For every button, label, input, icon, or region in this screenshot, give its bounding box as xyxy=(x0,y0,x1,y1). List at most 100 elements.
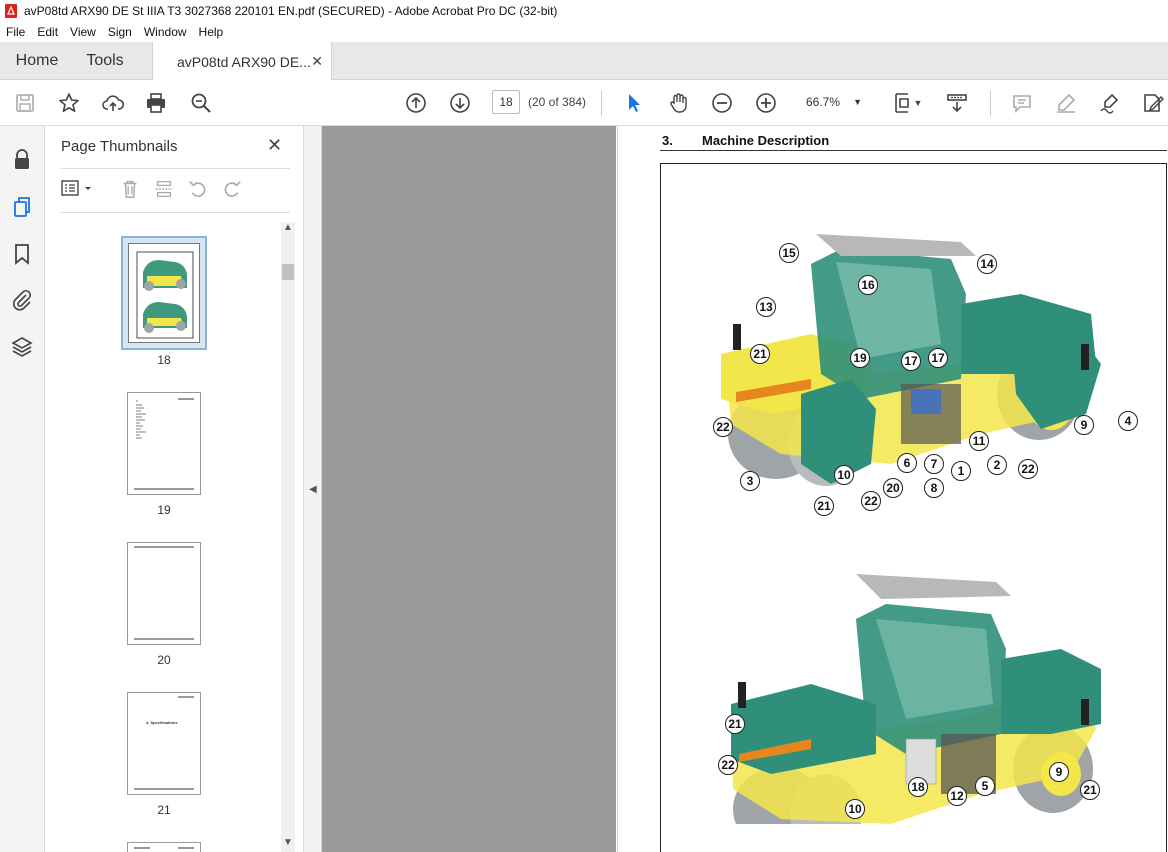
menu-sign[interactable]: Sign xyxy=(108,25,132,39)
thumbnail-scrollbar[interactable]: ▲ ▼ xyxy=(281,222,295,852)
page-thumbnails-icon[interactable] xyxy=(10,195,34,219)
title-bar: avP08td ARX90 DE St IIIA T3 3027368 2201… xyxy=(0,0,1168,22)
document-background xyxy=(304,126,616,852)
callout-5: 5 xyxy=(975,776,995,796)
rotate-clockwise-icon[interactable] xyxy=(221,178,245,202)
document-page: 3. Machine Description 15 14 16 13 21 19… xyxy=(617,126,1168,852)
highlight-pen-icon[interactable] xyxy=(1053,90,1079,116)
extract-pages-icon[interactable] xyxy=(153,178,177,202)
callout-15: 15 xyxy=(779,243,799,263)
panel-divider xyxy=(61,212,290,213)
tab-home[interactable]: Home xyxy=(0,42,74,80)
callout-4: 4 xyxy=(1118,411,1138,431)
scroll-down-icon[interactable]: ▼ xyxy=(283,837,293,848)
page-display-caret-icon[interactable]: ▼ xyxy=(912,90,924,116)
scroll-mode-icon[interactable] xyxy=(944,90,970,116)
select-cursor-icon[interactable] xyxy=(621,90,647,116)
callout-10: 10 xyxy=(834,465,854,485)
callout-8: 8 xyxy=(924,478,944,498)
close-tab-icon[interactable]: ✕ xyxy=(311,53,323,70)
fill-sign-icon[interactable] xyxy=(1140,90,1166,116)
callout-17: 17 xyxy=(901,351,921,371)
chevron-left-icon[interactable]: ◀ xyxy=(309,484,317,495)
panel-divider xyxy=(61,168,290,169)
close-panel-icon[interactable]: ✕ xyxy=(267,135,282,156)
lock-icon[interactable] xyxy=(10,148,34,172)
cloud-upload-icon[interactable] xyxy=(100,90,126,116)
callout-18: 18 xyxy=(908,777,928,797)
callout-22: 22 xyxy=(713,417,733,437)
thumbnail-page-22[interactable] xyxy=(127,842,201,852)
menu-file[interactable]: File xyxy=(6,25,25,39)
thumbnail-label-19: 19 xyxy=(157,503,171,517)
panel-collapse-handle[interactable]: ◀ xyxy=(304,126,322,852)
callout-10: 10 xyxy=(845,799,865,819)
star-icon[interactable] xyxy=(56,90,82,116)
comment-icon[interactable] xyxy=(1009,90,1035,116)
tab-bar: Home Tools avP08td ARX90 DE... ✕ xyxy=(0,42,1168,81)
attachment-paperclip-icon[interactable] xyxy=(10,288,34,312)
thumbnail-page-21[interactable]: 4. Specifications xyxy=(127,692,201,795)
zoom-level-dropdown[interactable]: 66.7% ▼ xyxy=(798,90,866,114)
bookmark-icon[interactable] xyxy=(10,242,34,266)
thumbnail-page-20[interactable] xyxy=(127,542,201,645)
heading-rule xyxy=(660,150,1167,151)
thumbnail-page-18[interactable] xyxy=(121,236,207,350)
menu-window[interactable]: Window xyxy=(144,25,187,39)
thumbnail-options-icon[interactable] xyxy=(61,178,95,202)
section-number: 3. xyxy=(662,133,673,148)
menu-view[interactable]: View xyxy=(70,25,96,39)
callout-22: 22 xyxy=(718,755,738,775)
scroll-up-icon[interactable]: ▲ xyxy=(283,222,293,233)
acrobat-pdf-icon xyxy=(4,4,18,18)
zoom-in-icon[interactable] xyxy=(753,90,779,116)
callout-16: 16 xyxy=(858,275,878,295)
thumbnail-label-20: 20 xyxy=(157,653,171,667)
menu-bar: File Edit View Sign Window Help xyxy=(0,22,1168,42)
callout-12: 12 xyxy=(947,786,967,806)
delete-trash-icon[interactable] xyxy=(119,178,143,202)
menu-edit[interactable]: Edit xyxy=(37,25,58,39)
tab-document-label: avP08td ARX90 DE... xyxy=(177,53,311,70)
thumbnail-heading: 4. Specifications xyxy=(146,720,178,725)
toolbar-divider xyxy=(990,90,991,116)
callout-22: 22 xyxy=(861,491,881,511)
callout-9: 9 xyxy=(1049,762,1069,782)
toolbar-divider xyxy=(601,90,602,116)
previous-page-icon[interactable] xyxy=(403,90,429,116)
callout-19: 19 xyxy=(850,348,870,368)
layers-icon[interactable] xyxy=(10,335,34,359)
thumbnail-image xyxy=(128,243,200,343)
callout-6: 6 xyxy=(897,453,917,473)
callout-11: 11 xyxy=(969,431,989,451)
print-icon[interactable] xyxy=(143,90,169,116)
zoom-search-icon[interactable] xyxy=(188,90,214,116)
rotate-counterclockwise-icon[interactable] xyxy=(187,178,211,202)
scrollbar-thumb[interactable] xyxy=(282,264,294,280)
page-count-label: (20 of 384) xyxy=(528,95,587,109)
left-navigation-rail xyxy=(0,126,45,852)
thumbnail-page-19[interactable] xyxy=(127,392,201,495)
chevron-down-icon: ▼ xyxy=(853,97,862,107)
tab-tools[interactable]: Tools xyxy=(74,42,136,80)
section-heading: 3. Machine Description xyxy=(662,133,829,148)
save-icon[interactable] xyxy=(12,90,38,116)
next-page-icon[interactable] xyxy=(447,90,473,116)
callout-21: 21 xyxy=(750,344,770,364)
tab-document[interactable]: avP08td ARX90 DE... ✕ xyxy=(152,42,332,81)
hand-tool-icon[interactable] xyxy=(665,90,691,116)
callout-20: 20 xyxy=(883,478,903,498)
machine-figure: 15 14 16 13 21 19 17 17 4 22 9 11 3 10 6… xyxy=(660,163,1167,852)
thumbnail-label-21: 21 xyxy=(157,803,171,817)
zoom-level-value: 66.7% xyxy=(806,95,841,109)
callout-21: 21 xyxy=(814,496,834,516)
page-thumbnails-panel: Page Thumbnails ✕ 18 19 20 4. Specificat… xyxy=(45,126,304,852)
menu-help[interactable]: Help xyxy=(199,25,224,39)
sign-pen-icon[interactable] xyxy=(1097,90,1123,116)
callout-9: 9 xyxy=(1074,415,1094,435)
callout-13: 13 xyxy=(756,297,776,317)
zoom-out-icon[interactable] xyxy=(709,90,735,116)
section-title: Machine Description xyxy=(702,133,830,148)
callout-21: 21 xyxy=(1080,780,1100,800)
page-number-input[interactable]: 18 xyxy=(492,90,520,114)
